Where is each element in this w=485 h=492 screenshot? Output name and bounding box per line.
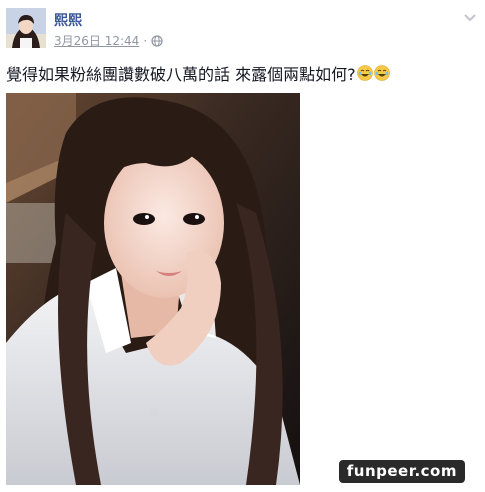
globe-icon[interactable] [151,34,163,47]
meta-separator: · [143,33,148,48]
post-photo[interactable] [6,93,300,485]
facebook-post: 熙熙 3月26日 12:44 · 覺得如果粉絲團讚數破八萬的話 來露個兩點如何? [0,0,485,492]
chevron-down-icon[interactable] [463,10,477,24]
avatar-image [6,8,46,48]
post-timestamp-link[interactable]: 3月26日 12:44 [54,32,139,49]
author-avatar[interactable] [6,8,46,48]
laughing-tears-emoji [356,65,373,81]
post-message-text: 覺得如果粉絲團讚數破八萬的話 來露個兩點如何? [6,65,356,84]
watermark: funpeer.com [338,460,465,483]
portrait-photo [6,93,300,485]
author-name-link[interactable]: 熙熙 [54,10,82,30]
laughing-tears-emoji [373,65,390,81]
post-message: 覺得如果粉絲團讚數破八萬的話 來露個兩點如何? [6,61,390,85]
post-meta: 3月26日 12:44 · [54,32,163,49]
